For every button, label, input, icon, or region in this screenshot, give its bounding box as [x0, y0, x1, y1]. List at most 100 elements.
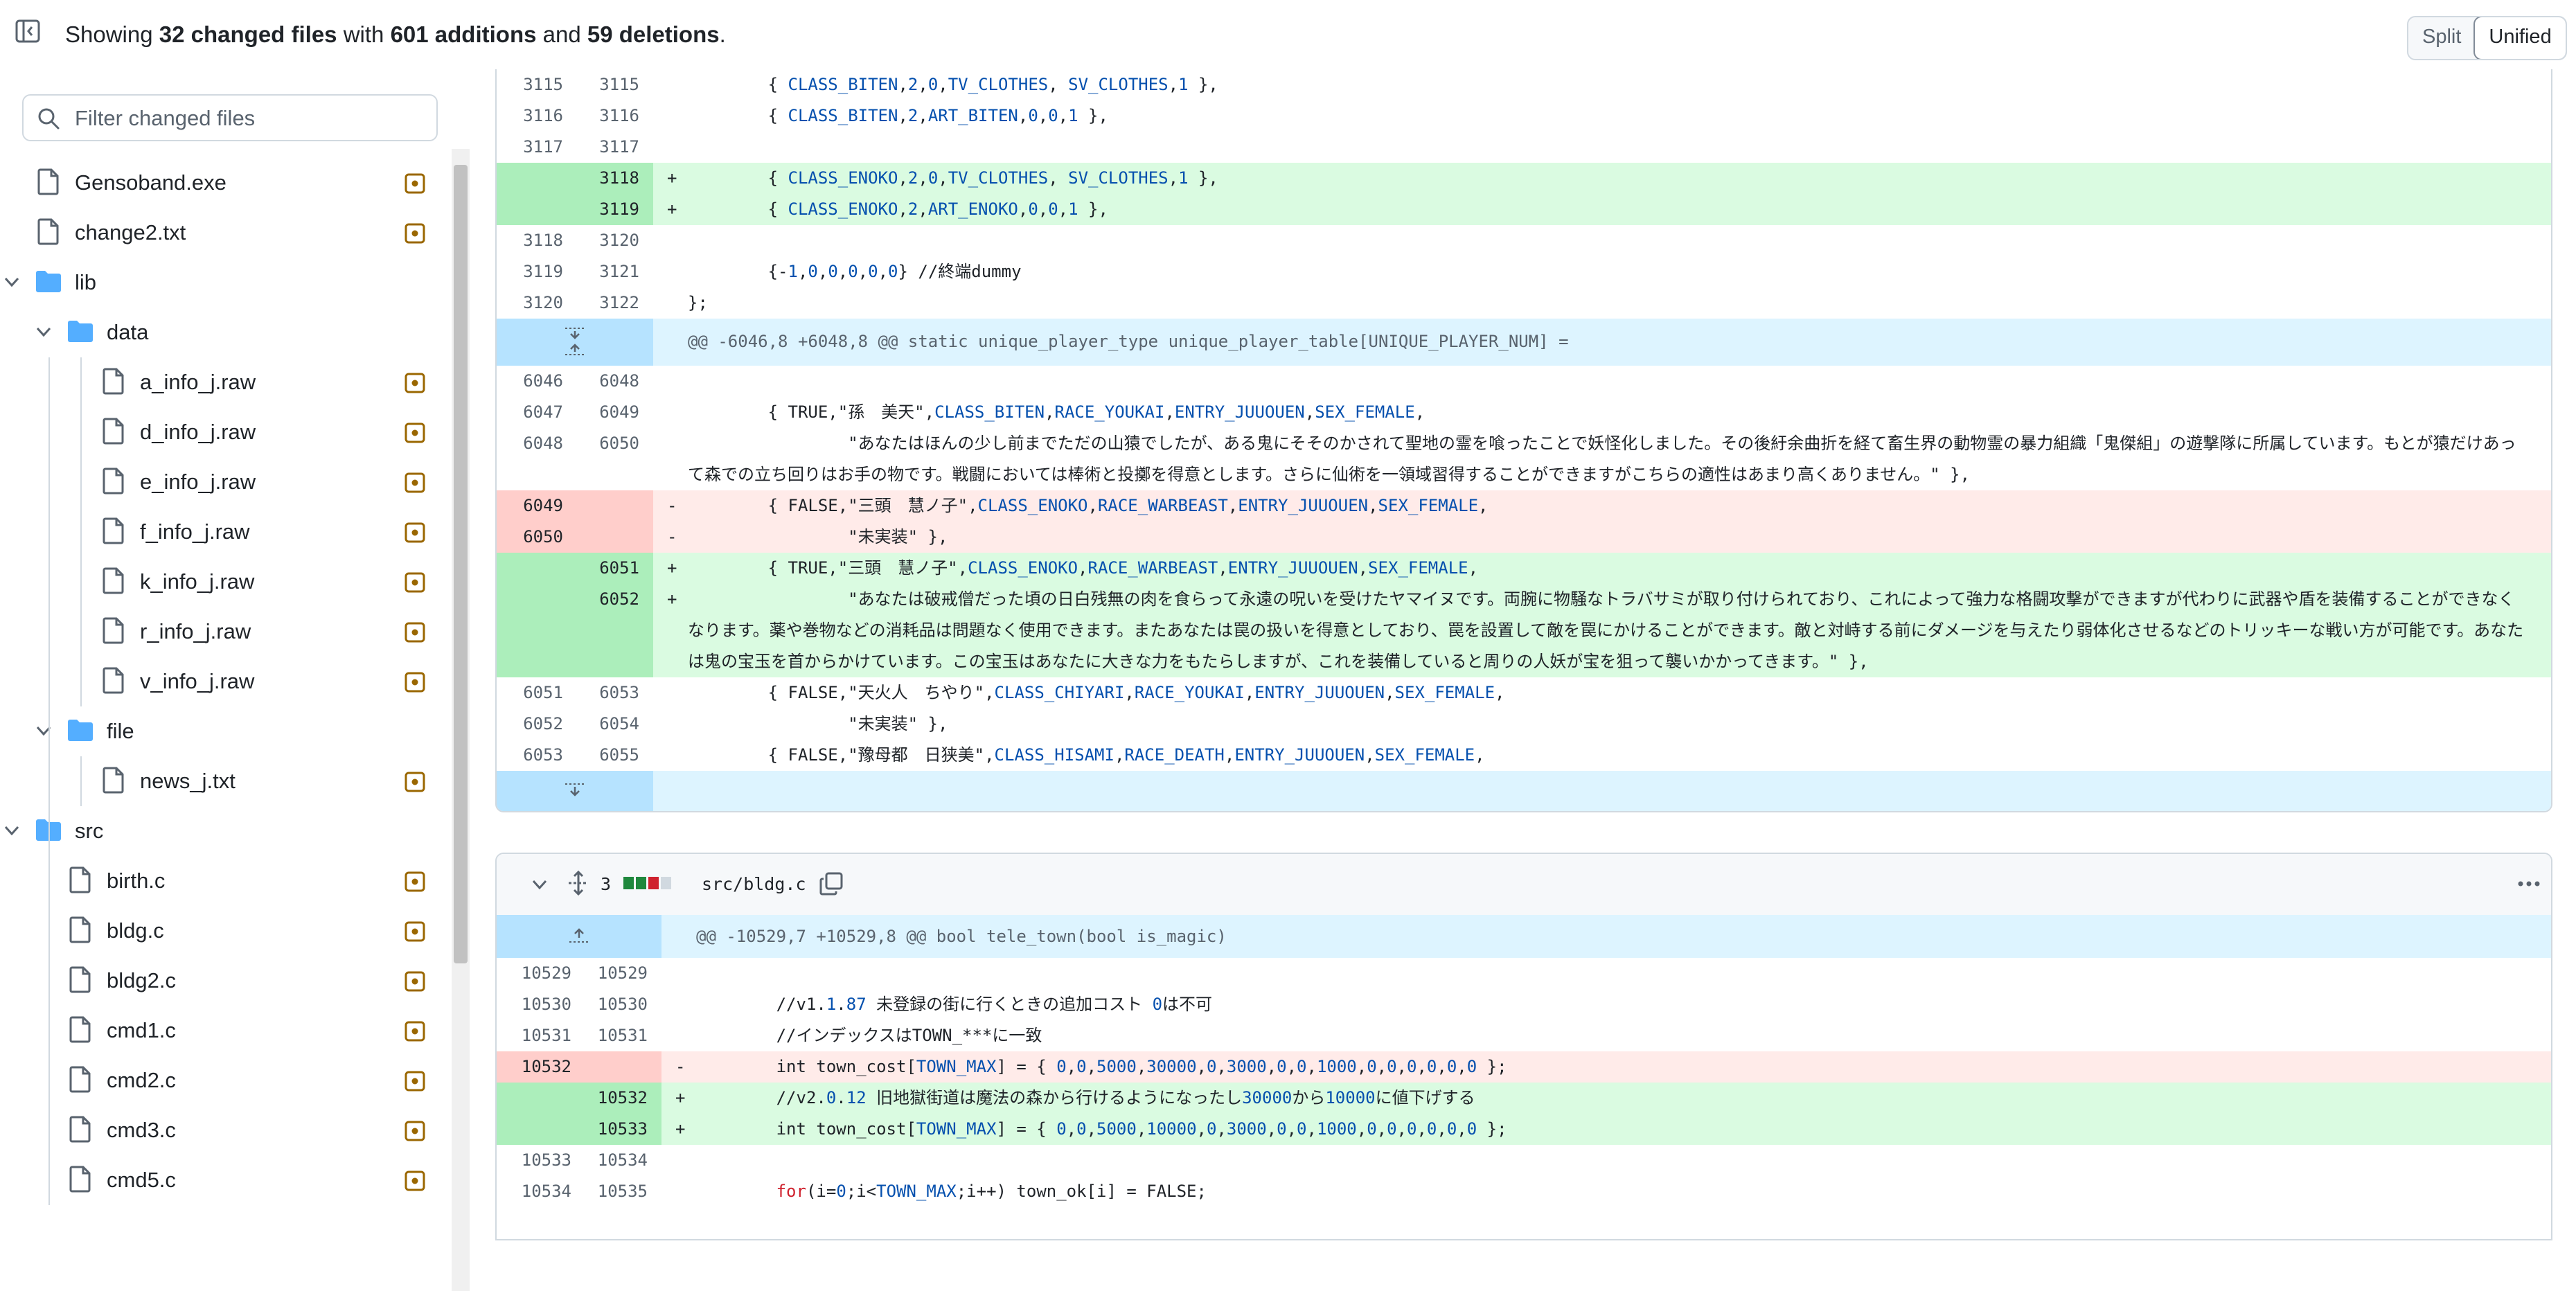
- expand-lines-icon[interactable]: [562, 324, 587, 359]
- old-line-number[interactable]: [497, 1083, 578, 1114]
- old-line-number[interactable]: [497, 552, 570, 584]
- new-line-number[interactable]: 10535: [578, 1176, 661, 1207]
- expand-down-icon[interactable]: [562, 781, 587, 800]
- file-icon: [103, 617, 124, 644]
- expand-down-gutter[interactable]: [497, 770, 653, 811]
- unified-view-button[interactable]: Unified: [2473, 17, 2566, 59]
- old-line-number[interactable]: 6051: [497, 677, 570, 709]
- code-line: { FALSE,"豫母都 日狭美",CLASS_HISAMI,RACE_DEAT…: [688, 745, 1485, 765]
- file-item[interactable]: birth.c: [0, 856, 443, 906]
- new-line-number[interactable]: [570, 490, 653, 522]
- old-line-number[interactable]: 3119: [497, 256, 570, 287]
- old-line-number[interactable]: [497, 1114, 578, 1145]
- old-line-number[interactable]: 6052: [497, 709, 570, 740]
- sidebar-toggle-icon[interactable]: [15, 19, 40, 43]
- old-line-number[interactable]: 3115: [497, 69, 570, 100]
- new-line-number[interactable]: 10531: [578, 1020, 661, 1051]
- new-line-number[interactable]: 10533: [578, 1114, 661, 1145]
- diffstat-neutral-block: [661, 877, 671, 889]
- new-line-number[interactable]: 3122: [570, 287, 653, 319]
- new-line-number[interactable]: 10532: [578, 1083, 661, 1114]
- file-item[interactable]: news_j.txt: [0, 756, 443, 806]
- old-line-number[interactable]: 6048: [497, 428, 570, 490]
- new-line-number[interactable]: 3119: [570, 194, 653, 225]
- hunk-expand-gutter[interactable]: [497, 319, 653, 366]
- old-line-number[interactable]: 6050: [497, 521, 570, 553]
- file-item[interactable]: change2.txt: [0, 208, 443, 258]
- old-line-number[interactable]: 6047: [497, 397, 570, 428]
- new-line-number[interactable]: 6050: [570, 428, 653, 490]
- old-line-number[interactable]: 10534: [497, 1176, 578, 1207]
- folder-item[interactable]: file: [0, 706, 443, 756]
- expand-down-row[interactable]: [497, 770, 2551, 811]
- filter-changed-files-input[interactable]: [73, 101, 423, 136]
- chevron-down-icon[interactable]: [3, 273, 21, 291]
- file-item[interactable]: a_info_j.raw: [0, 357, 443, 407]
- file-item[interactable]: r_info_j.raw: [0, 607, 443, 657]
- new-line-number[interactable]: 6051: [570, 552, 653, 584]
- chevron-down-icon[interactable]: [35, 323, 53, 341]
- new-line-number[interactable]: 3121: [570, 256, 653, 287]
- old-line-number[interactable]: 3116: [497, 100, 570, 132]
- old-line-number[interactable]: [497, 163, 570, 194]
- old-line-number[interactable]: 6053: [497, 740, 570, 771]
- expand-all-icon[interactable]: [566, 871, 591, 896]
- new-line-number[interactable]: 6052: [570, 583, 653, 677]
- new-line-number[interactable]: 6054: [570, 709, 653, 740]
- file-item[interactable]: cmd2.c: [0, 1056, 443, 1105]
- expand-up-icon[interactable]: [567, 926, 592, 945]
- file-item[interactable]: cmd3.c: [0, 1105, 443, 1155]
- file-item[interactable]: f_info_j.raw: [0, 507, 443, 557]
- hunk-header-row[interactable]: @@ -6046,8 +6048,8 @@ static unique_play…: [497, 319, 2551, 366]
- old-line-number[interactable]: 10533: [497, 1145, 578, 1176]
- new-line-number[interactable]: 6053: [570, 677, 653, 709]
- new-line-number[interactable]: 3115: [570, 69, 653, 100]
- folder-item[interactable]: data: [0, 308, 443, 357]
- more-options-icon[interactable]: [2515, 873, 2543, 894]
- split-view-button[interactable]: Split: [2408, 17, 2475, 59]
- chevron-down-icon[interactable]: [35, 722, 53, 740]
- expand-up-gutter[interactable]: [497, 915, 661, 958]
- file-path[interactable]: src/bldg.c: [702, 871, 806, 898]
- old-line-number[interactable]: 3117: [497, 132, 570, 163]
- copy-icon[interactable]: [819, 872, 843, 896]
- new-line-number[interactable]: 3117: [570, 132, 653, 163]
- folder-item[interactable]: src: [0, 806, 443, 856]
- file-item[interactable]: e_info_j.raw: [0, 457, 443, 507]
- old-line-number[interactable]: 10529: [497, 958, 578, 989]
- new-line-number[interactable]: 6049: [570, 397, 653, 428]
- chevron-down-icon[interactable]: [3, 821, 21, 839]
- old-line-number[interactable]: 3120: [497, 287, 570, 319]
- old-line-number[interactable]: 6049: [497, 490, 570, 522]
- new-line-number[interactable]: 3116: [570, 100, 653, 132]
- old-line-number[interactable]: 10530: [497, 989, 578, 1020]
- new-line-number[interactable]: [570, 521, 653, 553]
- sidebar-scrollbar-thumb[interactable]: [454, 165, 468, 963]
- diff-line: 6049 - { FALSE,"三頭 慧ノ子",CLASS_ENOKO,RACE_…: [497, 490, 2551, 522]
- file-item[interactable]: cmd1.c: [0, 1006, 443, 1056]
- old-line-number[interactable]: 6046: [497, 366, 570, 397]
- new-line-number[interactable]: 6055: [570, 740, 653, 771]
- collapse-chevron-icon[interactable]: [530, 875, 549, 894]
- new-line-number[interactable]: 10529: [578, 958, 661, 989]
- new-line-number[interactable]: 6048: [570, 366, 653, 397]
- hunk-header-row[interactable]: @@ -10529,7 +10529,8 @@ bool tele_town(b…: [497, 915, 2551, 958]
- old-line-number[interactable]: [497, 583, 570, 677]
- file-item[interactable]: v_info_j.raw: [0, 657, 443, 706]
- old-line-number[interactable]: [497, 194, 570, 225]
- old-line-number[interactable]: 10532: [497, 1051, 578, 1083]
- file-item[interactable]: d_info_j.raw: [0, 407, 443, 457]
- folder-item[interactable]: lib: [0, 258, 443, 308]
- file-item[interactable]: bldg2.c: [0, 956, 443, 1006]
- file-item[interactable]: k_info_j.raw: [0, 557, 443, 607]
- old-line-number[interactable]: 3118: [497, 225, 570, 256]
- new-line-number[interactable]: 3118: [570, 163, 653, 194]
- new-line-number[interactable]: 10530: [578, 989, 661, 1020]
- file-item[interactable]: cmd5.c: [0, 1155, 443, 1205]
- old-line-number[interactable]: 10531: [497, 1020, 578, 1051]
- new-line-number[interactable]: 10534: [578, 1145, 661, 1176]
- new-line-number[interactable]: 3120: [570, 225, 653, 256]
- file-item[interactable]: Gensoband.exe: [0, 158, 443, 208]
- new-line-number[interactable]: [578, 1051, 661, 1083]
- file-item[interactable]: bldg.c: [0, 906, 443, 956]
